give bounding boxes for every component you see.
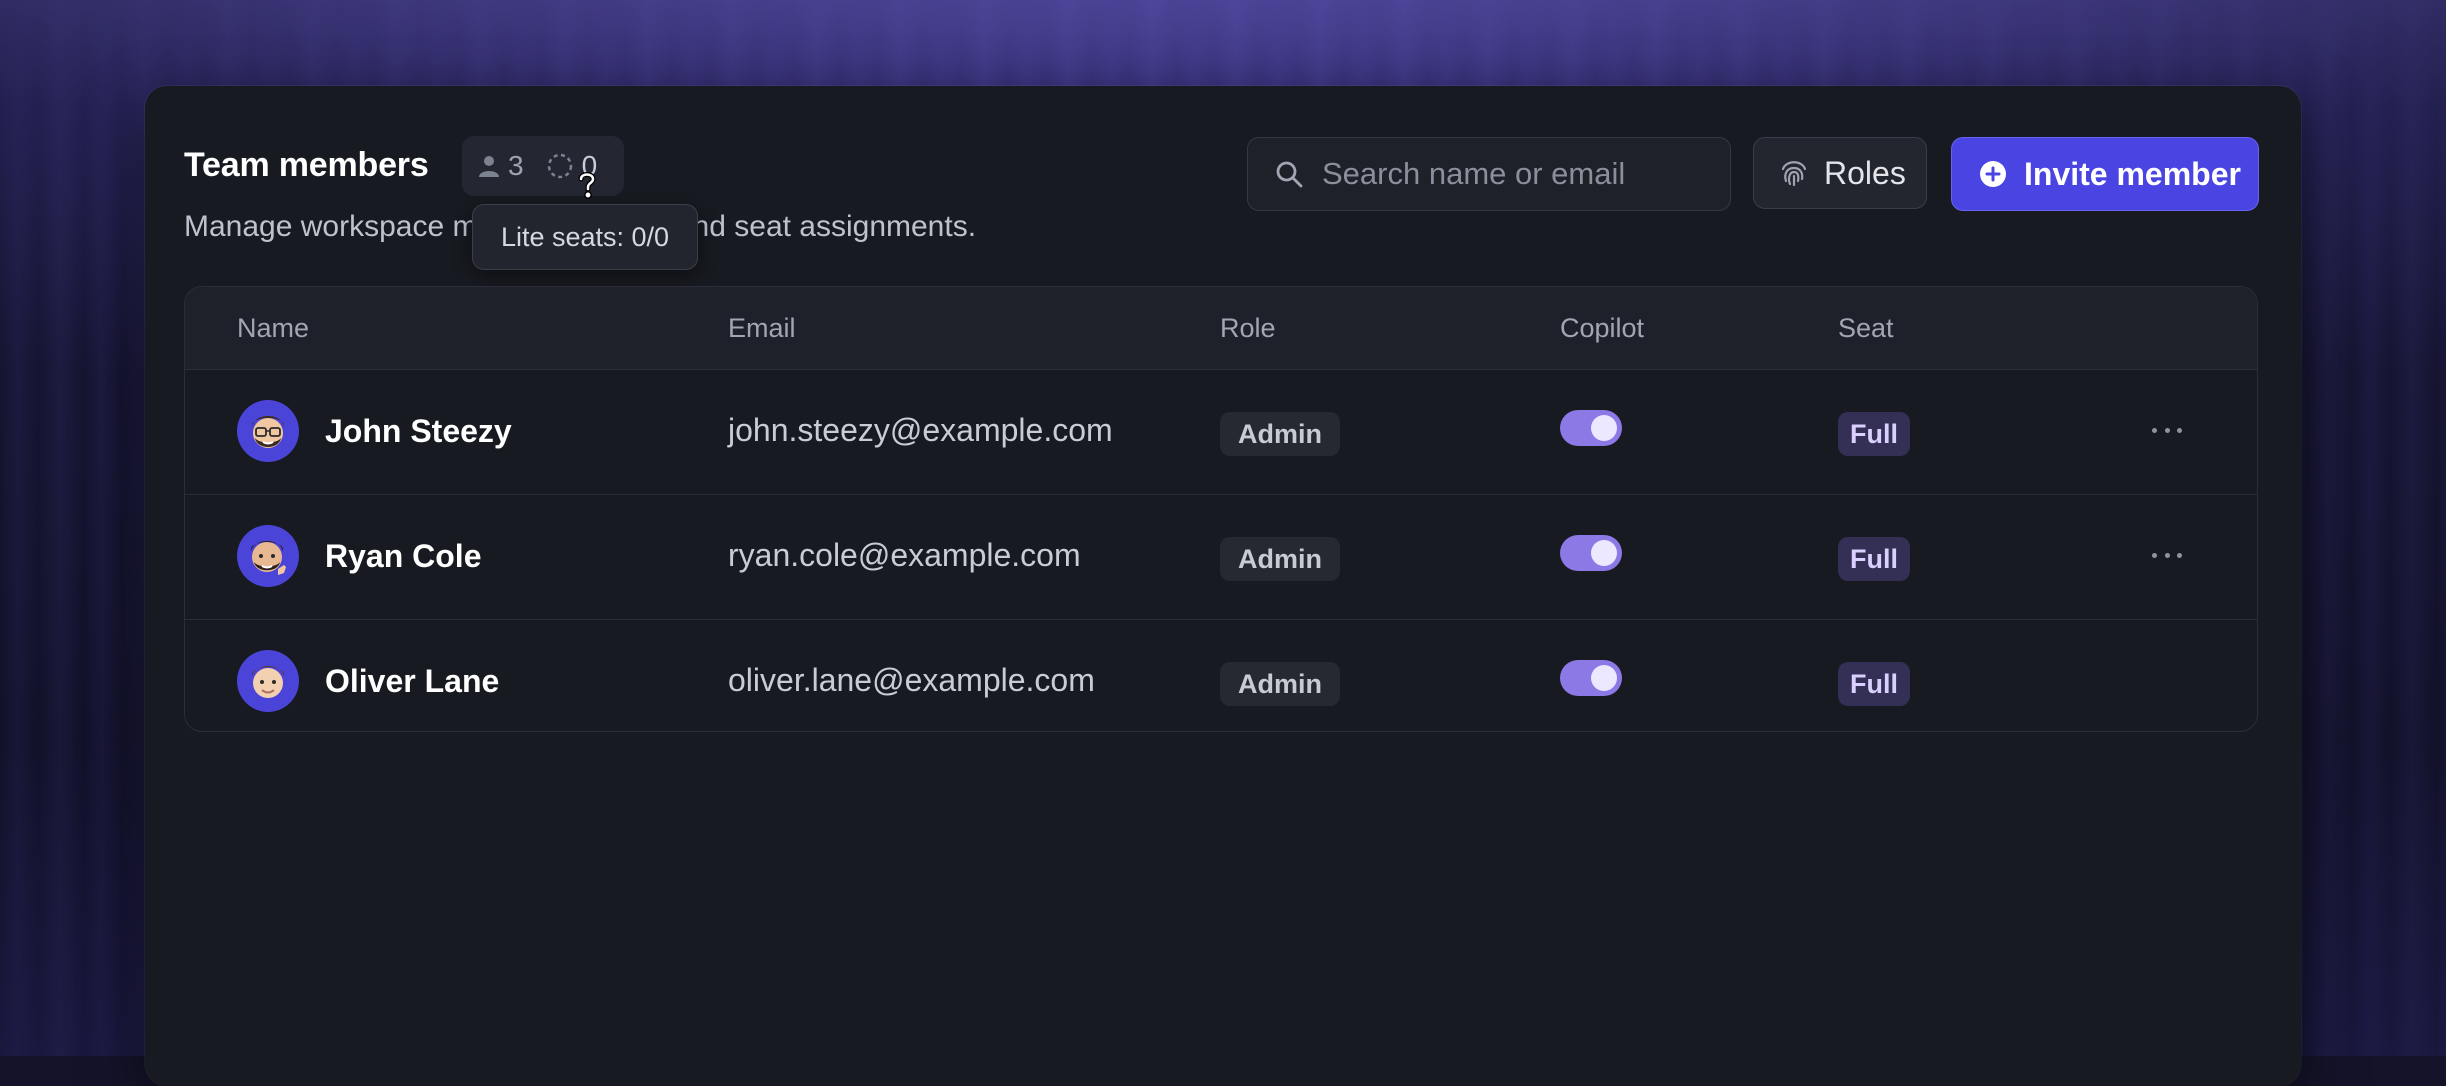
column-header-email[interactable]: Email [728,313,796,344]
seat-badge: Full [1838,412,1910,456]
member-name: Ryan Cole [325,537,482,574]
avatar-memoji-thumbs [251,541,286,575]
column-header-copilot[interactable]: Copilot [1560,313,1644,344]
column-header-role[interactable]: Role [1220,313,1276,344]
member-name-cell: John Steezy [237,400,512,462]
table-row[interactable]: Oliver Lane oliver.lane@example.com Admi… [185,620,2257,731]
plus-circle-icon [1980,161,2006,187]
roles-button[interactable]: Roles [1753,137,1927,209]
more-actions-button[interactable] [2152,545,2182,565]
more-dot [2164,552,2170,558]
more-dot [2177,552,2182,558]
more-dot [2164,427,2170,433]
copilot-toggle[interactable] [1560,410,1622,446]
avatar-memoji-smile [252,666,284,698]
avatar [237,650,299,712]
avatar [237,400,299,462]
table-row[interactable]: Ryan Cole ryan.cole@example.com Admin Fu… [185,495,2257,620]
role-badge: Admin [1220,662,1340,706]
member-count: 3 [478,150,524,182]
copilot-toggle[interactable] [1560,660,1622,696]
member-count-value: 3 [508,150,524,181]
table-header: Name Email Role Copilot Seat [185,287,2257,370]
role-badge: Admin [1220,412,1340,456]
lite-seats-tooltip: Lite seats: 0/0 [472,204,698,270]
member-name-cell: Ryan Cole [237,525,481,587]
copilot-toggle[interactable] [1560,535,1622,571]
search-field[interactable] [1247,137,1731,211]
role-badge: Admin [1220,537,1340,581]
member-email: ryan.cole@example.com [728,537,1081,573]
member-counts-pill[interactable]: 3 0 [462,136,624,196]
invite-member-label: Invite member [2024,155,2241,192]
more-dot [2152,552,2157,558]
seat-badge: Full [1838,537,1910,581]
more-dot [2152,427,2157,433]
help-cursor-icon [578,172,596,199]
column-header-name[interactable]: Name [237,313,309,344]
page-title: Team members [184,146,429,184]
member-email: oliver.lane@example.com [728,662,1095,698]
toggle-knob [1591,415,1617,441]
avatar-memoji-glasses [252,416,284,448]
member-name: John Steezy [325,412,512,449]
toggle-knob [1591,665,1617,691]
table-row[interactable]: John Steezy john.steezy@example.com Admi… [185,370,2257,495]
avatar [237,525,299,587]
dashed-circle-icon [547,153,572,179]
user-icon [479,156,499,177]
invite-member-button[interactable]: Invite member [1951,137,2259,211]
seat-badge: Full [1838,662,1910,706]
search-input[interactable] [1320,155,1704,193]
column-header-seat[interactable]: Seat [1838,313,1894,344]
members-table: Name Email Role Copilot Seat John Steezy… [184,286,2258,732]
fingerprint-icon [1781,161,1807,187]
member-email: john.steezy@example.com [728,412,1113,448]
member-name: Oliver Lane [325,662,500,699]
member-name-cell: Oliver Lane [237,650,499,712]
toggle-knob [1591,540,1617,566]
more-actions-button[interactable] [2152,420,2182,440]
team-members-card: Team members 3 0 Manage workspace member… [145,86,2301,1086]
search-icon [1276,161,1303,188]
more-dot [2177,427,2182,433]
roles-button-label: Roles [1824,154,1906,191]
